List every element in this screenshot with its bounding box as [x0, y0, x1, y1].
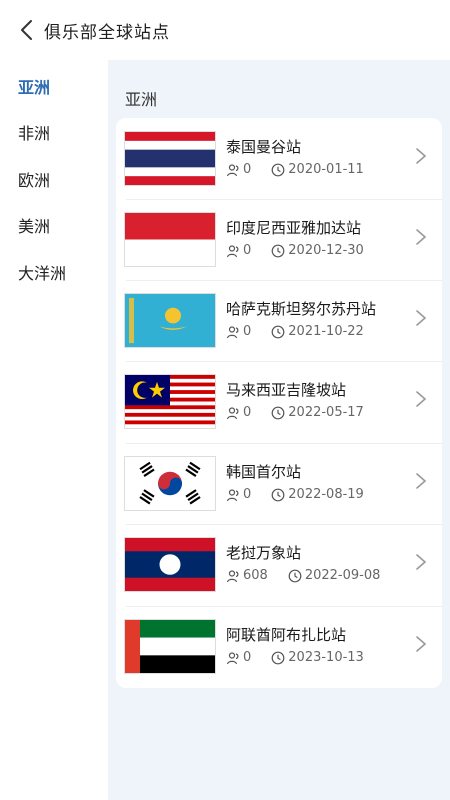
people-icon: [226, 651, 239, 664]
chevron-right-icon: [416, 391, 427, 407]
chevron-right-icon: [416, 148, 427, 164]
chevron-right-icon: [416, 473, 427, 489]
sidebar-item-africa[interactable]: 非洲: [18, 120, 50, 144]
sidebar-item-europe[interactable]: 欧洲: [18, 167, 50, 191]
clock-icon: [271, 163, 285, 176]
station-name: 印度尼西亚雅加达站: [226, 219, 362, 237]
malaysia-flag-icon: [124, 374, 216, 429]
member-count: 0: [243, 243, 252, 258]
station-row[interactable]: 马来西亚吉隆坡站 0 2022-05-17: [116, 361, 442, 442]
chevron-right-icon: [416, 229, 427, 245]
row-divider: [126, 606, 442, 607]
station-list: 泰国曼谷站 0 2020-01-11 印度尼西亚雅加达站 0 2020-12-3…: [116, 118, 442, 688]
indonesia-flag-icon: [124, 212, 216, 267]
station-date: 2020-01-11: [288, 162, 364, 177]
station-row[interactable]: 韩国首尔站 0 2022-08-19: [116, 443, 442, 524]
station-row[interactable]: 阿联酋阿布扎比站 0 2023-10-13: [116, 606, 442, 687]
clock-icon: [288, 569, 302, 582]
station-date: 2022-08-19: [288, 487, 364, 502]
clock-icon: [271, 244, 285, 257]
station-name: 马来西亚吉隆坡站: [226, 381, 347, 399]
top-bar: 俱乐部全球站点: [0, 0, 450, 60]
clock-icon: [271, 406, 285, 419]
row-divider: [126, 361, 442, 362]
station-name: 老挝万象站: [226, 544, 302, 562]
station-name: 哈萨克斯坦努尔苏丹站: [226, 300, 377, 318]
station-date: 2021-10-22: [288, 324, 364, 339]
station-date: 2022-05-17: [288, 405, 364, 420]
station-date: 2023-10-13: [288, 650, 364, 665]
station-date: 2020-12-30: [288, 243, 364, 258]
clock-icon: [271, 488, 285, 501]
station-name: 韩国首尔站: [226, 463, 302, 481]
clock-icon: [271, 325, 285, 338]
sidebar-item-oceania[interactable]: 大洋洲: [18, 260, 66, 284]
section-title: 亚洲: [125, 90, 158, 109]
station-name: 泰国曼谷站: [226, 138, 302, 156]
chevron-right-icon: [416, 636, 427, 652]
thailand-flag-icon: [124, 131, 216, 186]
station-row[interactable]: 泰国曼谷站 0 2020-01-11: [116, 118, 442, 199]
people-icon: [226, 244, 239, 257]
chevron-right-icon: [416, 554, 427, 570]
people-icon: [226, 163, 239, 176]
continent-sidebar: 亚洲 非洲 欧洲 美洲 大洋洲: [0, 60, 108, 800]
station-row[interactable]: 老挝万象站 608 2022-09-08: [116, 524, 442, 605]
laos-flag-icon: [124, 537, 216, 592]
member-count: 0: [243, 324, 252, 339]
kazakhstan-flag-icon: [124, 293, 216, 348]
people-icon: [226, 488, 239, 501]
row-divider: [126, 280, 442, 281]
station-date: 2022-09-08: [304, 568, 381, 583]
member-count: 0: [243, 650, 252, 665]
people-icon: [226, 569, 239, 582]
row-divider: [126, 199, 442, 200]
station-panel: 亚洲 泰国曼谷站 0 2020-01-11 印度尼西亚雅加达站 0 2020-1…: [108, 60, 450, 800]
page-title: 俱乐部全球站点: [44, 23, 170, 43]
sidebar-item-asia[interactable]: 亚洲: [18, 74, 50, 98]
station-name: 阿联酋阿布扎比站: [226, 626, 347, 644]
clock-icon: [271, 651, 285, 664]
people-icon: [226, 325, 239, 338]
uae-flag-icon: [124, 619, 216, 674]
chevron-left-icon[interactable]: [16, 18, 40, 42]
sidebar-item-americas[interactable]: 美洲: [18, 213, 50, 237]
station-row[interactable]: 哈萨克斯坦努尔苏丹站 0 2021-10-22: [116, 280, 442, 361]
row-divider: [126, 524, 442, 525]
member-count: 0: [243, 405, 252, 420]
row-divider: [126, 443, 442, 444]
member-count: 608: [243, 568, 268, 583]
member-count: 0: [243, 487, 252, 502]
people-icon: [226, 406, 239, 419]
south-korea-flag-icon: [124, 456, 216, 511]
station-row[interactable]: 印度尼西亚雅加达站 0 2020-12-30: [116, 199, 442, 280]
member-count: 0: [243, 162, 252, 177]
chevron-right-icon: [416, 310, 427, 326]
